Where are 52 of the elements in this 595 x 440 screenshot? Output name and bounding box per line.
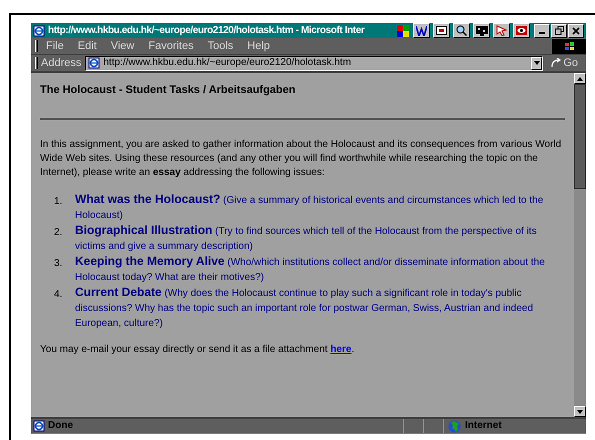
page-icon	[88, 57, 100, 69]
browser-icon	[33, 24, 45, 36]
list-number: 3.	[54, 257, 64, 271]
page-heading: The Holocaust - Student Tasks / Arbeitsaufgaben	[40, 83, 296, 97]
zone-text: Internet	[465, 421, 502, 431]
list-number: 4.	[54, 288, 64, 302]
issue-text: Biographical Illustration (Try to find sources which tell of the Holocaust from the perspective of its victims and give a summary description)	[75, 223, 538, 254]
menu-item[interactable]: View	[110, 40, 134, 52]
here-link[interactable]: here	[330, 344, 352, 355]
menu-item[interactable]: File	[46, 40, 64, 52]
windows-logo-icon	[552, 38, 586, 54]
up-arrow-icon	[577, 76, 583, 80]
list-number: 1.	[54, 195, 64, 209]
menu-item[interactable]: Help	[247, 40, 270, 52]
address-field[interactable]: http://www.hkbu.edu.hk/~europe/euro2120/holotask.htm	[85, 56, 544, 70]
period-text: .	[351, 344, 354, 355]
colored-squares-icon[interactable]	[396, 24, 410, 38]
minimize-icon	[539, 32, 545, 34]
closing-text: You may e-mail your essay directly or send it as a file attachment	[40, 344, 328, 355]
list-number: 2.	[54, 226, 64, 240]
restore-icon	[554, 26, 564, 35]
caret-icon	[534, 61, 540, 65]
scroll-up-button[interactable]	[574, 73, 586, 84]
issue-text: What was the Holocaust? (Give a summary of historical events and circumstances which led to the Holocaust)	[75, 192, 544, 223]
letter-w-icon[interactable]	[413, 23, 430, 38]
screen-icon[interactable]	[473, 23, 490, 38]
window-title: http://www.hkbu.edu.hk/~europe/euro2120/holotask.htm - Microsoft Inter	[48, 26, 364, 36]
eye-icon[interactable]	[513, 23, 530, 38]
scroll-down-button[interactable]	[574, 406, 586, 417]
close-icon	[572, 26, 580, 34]
intro-paragraph: In this assignment, you are asked to gather information about the Holocaust and its consequences from various World Wide Web sites. Using these resources (and any other you will find worthwhile while researching the topic on the Internet), please write an essay addressing the following issues:	[40, 138, 562, 180]
issue-text: Keeping the Memory Alive (Who/which institutions collect and/or disseminate information about the Holocaust today? What are their motives?)	[75, 254, 546, 285]
vertical-scrollbar[interactable]	[574, 73, 586, 417]
menu-item[interactable]: Tools	[208, 40, 234, 52]
page-icon	[33, 420, 45, 432]
globe-icon	[448, 420, 461, 432]
close-button[interactable]	[568, 24, 584, 38]
address-label: Address	[41, 58, 82, 68]
menu-item[interactable]: Favorites	[148, 40, 194, 52]
down-arrow-icon	[577, 410, 583, 414]
magnifier-icon[interactable]	[453, 23, 470, 38]
restore-button[interactable]	[551, 24, 567, 38]
minimize-button[interactable]	[534, 24, 550, 38]
issue-text: Current Debate (Why does the Holocaust continue to play such a significant role in today's public discussions? Why has the topic such an important role for postwar German, Swiss, Austrian and indeed European, culture?)	[75, 285, 534, 331]
address-url: http://www.hkbu.edu.hk/~europe/euro2120/holotask.htm	[103, 58, 352, 68]
dropdown-button[interactable]	[531, 56, 542, 70]
scroll-thumb[interactable]	[574, 84, 586, 189]
status-text: Done	[48, 421, 73, 431]
menu-item[interactable]: Edit	[78, 40, 97, 52]
go-button[interactable]: Go	[543, 58, 586, 68]
monitor-icon[interactable]	[433, 23, 450, 38]
curved-arrow-icon	[551, 58, 562, 68]
